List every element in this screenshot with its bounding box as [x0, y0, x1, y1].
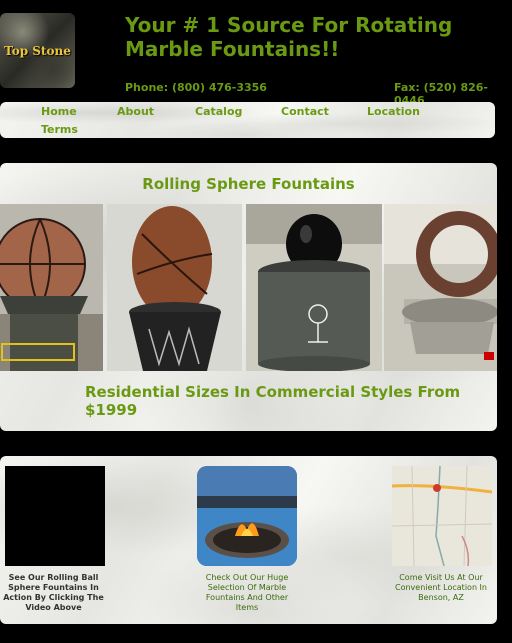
nav-about[interactable]: About: [117, 105, 154, 118]
nav-catalog[interactable]: Catalog: [195, 105, 242, 118]
tiles-panel: See Our Rolling Ball Sphere Fountains In…: [0, 456, 497, 624]
phone-number: Phone: (800) 476-3356: [125, 81, 267, 94]
fountain-photo-egg[interactable]: [107, 204, 242, 371]
fountain-photo-black-sphere[interactable]: [246, 204, 382, 371]
catalog-thumbnail[interactable]: [197, 466, 297, 566]
featured-panel: Rolling Sphere Fountains Residential Siz…: [0, 163, 497, 431]
section-title: Rolling Sphere Fountains: [142, 175, 355, 193]
fountain-photo-granite-sphere[interactable]: [0, 204, 103, 371]
logo-text: Top Stone: [4, 43, 71, 58]
location-caption[interactable]: Come Visit Us At Our Convenient Location…: [388, 573, 494, 603]
nav-contact[interactable]: Contact: [281, 105, 329, 118]
location-map-thumbnail[interactable]: [392, 466, 492, 566]
page-headline: Your # 1 Source For Rotating Marble Foun…: [125, 13, 453, 61]
nav-terms[interactable]: Terms: [41, 123, 78, 136]
video-caption[interactable]: See Our Rolling Ball Sphere Fountains In…: [0, 573, 107, 613]
catalog-caption[interactable]: Check Out Our Huge Selection Of Marble F…: [194, 573, 300, 613]
featured-caption: Residential Sizes In Commercial Styles F…: [85, 383, 461, 419]
main-nav: Home About Catalog Contact Location Term…: [0, 102, 495, 138]
nav-location[interactable]: Location: [367, 105, 420, 118]
fountain-photo-ring[interactable]: [384, 204, 497, 371]
video-thumbnail[interactable]: [5, 466, 105, 566]
nav-home[interactable]: Home: [41, 105, 77, 118]
site-logo[interactable]: Top Stone: [0, 13, 75, 88]
